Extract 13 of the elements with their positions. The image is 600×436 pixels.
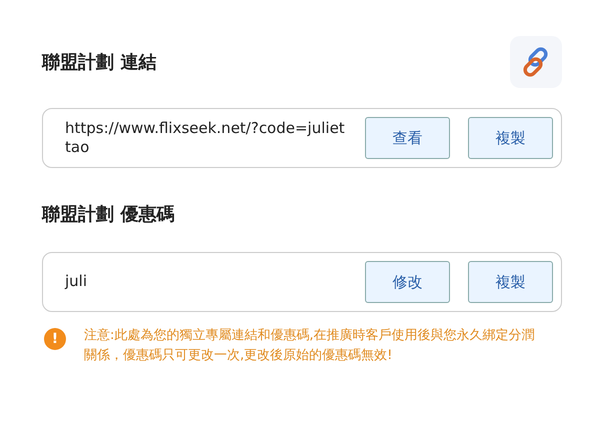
section-title: 聯盟計劃 連結 — [42, 51, 156, 74]
link-field[interactable]: https://www.flixseek.net/?code=juliettao 查看 複製 — [42, 108, 562, 168]
chain-link-icon — [510, 36, 562, 88]
coupon-text: juli — [65, 272, 88, 292]
copy-button[interactable]: 複製 — [468, 261, 553, 303]
edit-button[interactable]: 修改 — [365, 261, 450, 303]
section-title: 聯盟計劃 優惠碼 — [42, 203, 174, 226]
warning-icon: ! — [44, 328, 66, 350]
coupon-field[interactable]: juli 修改 複製 — [42, 252, 562, 312]
link-text: https://www.flixseek.net/?code=juliettao — [65, 118, 346, 158]
view-button[interactable]: 查看 — [365, 117, 450, 159]
copy-button[interactable]: 複製 — [468, 117, 553, 159]
notice-text: 注意:此處為您的獨立專屬連結和優惠碼,在推廣時客戶使用後與您永久綁定分潤關係，優惠碼只可更改一次,更改後原始的優惠碼無效! — [84, 327, 536, 366]
